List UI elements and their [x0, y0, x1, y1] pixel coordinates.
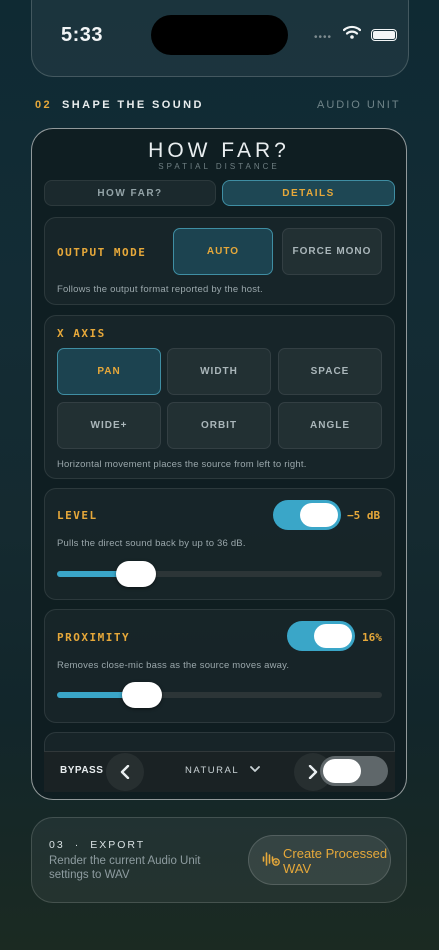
- x-axis-pan-button[interactable]: PAN: [57, 348, 161, 395]
- x-axis-width-button[interactable]: WIDTH: [167, 348, 271, 395]
- level-slider-thumb[interactable]: [116, 561, 156, 587]
- tab-how-far[interactable]: HOW FAR?: [44, 180, 216, 206]
- level-slider-track[interactable]: [57, 561, 382, 587]
- create-wav-label: Create Processed WAV: [283, 846, 388, 876]
- output-mode-card: OUTPUT MODE AUTO FORCE MONO Follows the …: [44, 217, 395, 305]
- x-axis-angle-button[interactable]: ANGLE: [278, 402, 382, 449]
- signal-icon: ••••: [314, 32, 333, 43]
- export-description: Render the current Audio Unit settings t…: [49, 855, 201, 881]
- export-number: 03: [49, 839, 65, 851]
- chevron-right-icon: [308, 765, 318, 779]
- create-processed-wav-button[interactable]: Create Processed WAV: [248, 835, 391, 885]
- section-right-label: AUDIO UNIT: [317, 99, 401, 111]
- toggle-knob: [323, 759, 361, 783]
- proximity-toggle[interactable]: [287, 621, 355, 651]
- export-title: EXPORT: [90, 839, 146, 851]
- export-header: 03 · EXPORT: [49, 839, 146, 851]
- panel-subtitle: SPATIAL DISTANCE: [158, 162, 280, 171]
- section-header: 02 SHAPE THE SOUND: [35, 99, 204, 111]
- output-auto-button[interactable]: AUTO: [173, 228, 273, 275]
- battery-icon: [371, 29, 397, 41]
- chevron-left-icon: [120, 765, 130, 779]
- output-mode-description: Follows the output format reported by th…: [57, 284, 263, 295]
- chevron-down-icon: [250, 766, 260, 772]
- bottom-control-bar: BYPASS NATURAL: [44, 751, 395, 792]
- preset-name: NATURAL: [185, 765, 239, 776]
- section-number: 02: [35, 99, 53, 111]
- proximity-slider-thumb[interactable]: [122, 682, 162, 708]
- level-description: Pulls the direct sound back by up to 36 …: [57, 538, 246, 549]
- proximity-slider-track[interactable]: [57, 682, 382, 708]
- dynamic-island: [151, 15, 288, 55]
- proximity-card: PROXIMITY 16% Removes close-mic bass as …: [44, 609, 395, 723]
- wifi-icon: [343, 25, 361, 39]
- section-title: SHAPE THE SOUND: [62, 99, 204, 111]
- panel-title: HOW FAR?: [148, 139, 290, 162]
- output-mode-label: OUTPUT MODE: [57, 246, 147, 259]
- export-section: 03 · EXPORT Render the current Audio Unit …: [31, 817, 407, 903]
- x-axis-orbit-button[interactable]: ORBIT: [167, 402, 271, 449]
- x-axis-label: X AXIS: [57, 327, 106, 340]
- x-axis-description: Horizontal movement places the source fr…: [57, 459, 307, 470]
- level-card: LEVEL −5 dB Pulls the direct sound back …: [44, 488, 395, 600]
- toggle-knob: [300, 503, 338, 527]
- level-value: −5 dB: [347, 509, 381, 522]
- x-axis-wide-plus-button[interactable]: WIDE+: [57, 402, 161, 449]
- toggle-knob: [314, 624, 352, 648]
- level-label: LEVEL: [57, 509, 98, 522]
- audio-unit-panel: HOW FAR? SPATIAL DISTANCE HOW FAR? DETAI…: [31, 128, 407, 800]
- proximity-label: PROXIMITY: [57, 631, 131, 644]
- tab-details[interactable]: DETAILS: [222, 180, 395, 206]
- waveform-icon: [262, 852, 280, 866]
- x-axis-card: X AXIS PAN WIDTH SPACE WIDE+ ORBIT ANGLE…: [44, 315, 395, 479]
- x-axis-space-button[interactable]: SPACE: [278, 348, 382, 395]
- output-force-mono-button[interactable]: FORCE MONO: [282, 228, 382, 275]
- level-toggle[interactable]: [273, 500, 341, 530]
- bypass-label: BYPASS: [60, 765, 104, 776]
- preset-selector[interactable]: NATURAL: [185, 765, 260, 776]
- status-time: 5:33: [61, 24, 104, 46]
- bypass-toggle[interactable]: [320, 756, 388, 786]
- previous-preset-button[interactable]: [106, 753, 144, 791]
- proximity-value: 16%: [362, 631, 382, 644]
- proximity-description: Removes close-mic bass as the source mov…: [57, 660, 290, 671]
